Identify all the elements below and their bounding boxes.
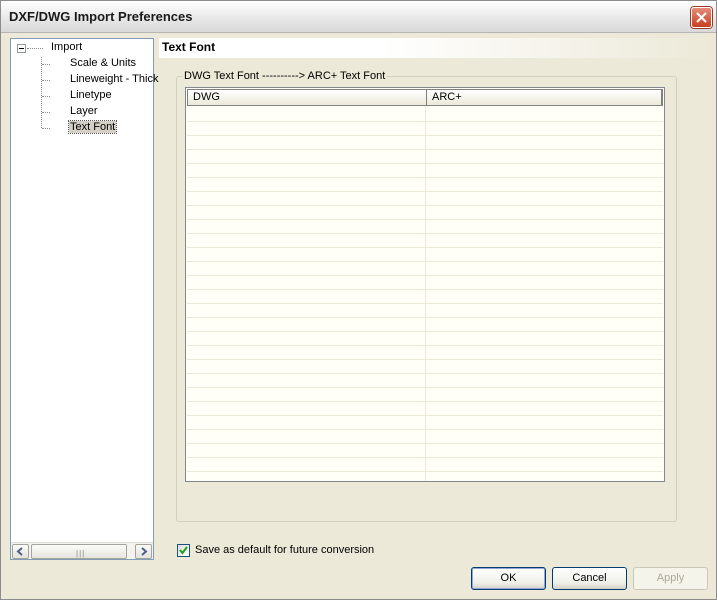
table-gridline — [187, 149, 663, 150]
tree-item-scale-units[interactable]: Scale & Units — [70, 57, 136, 69]
table-gridline — [187, 135, 663, 136]
section-title: Text Font — [162, 40, 216, 54]
table-gridline — [187, 471, 663, 472]
column-header-arc[interactable]: ARC+ — [427, 90, 662, 105]
ok-button[interactable]: OK — [471, 567, 546, 590]
table-gridline — [187, 331, 663, 332]
table-gridline — [187, 261, 663, 262]
section-header: Text Font — [159, 38, 713, 58]
tree-item-import[interactable]: Import — [51, 41, 82, 53]
table-gridline — [187, 429, 663, 430]
font-mapping-table[interactable]: DWG ARC+ — [185, 87, 665, 482]
cancel-button[interactable]: Cancel — [552, 567, 627, 590]
table-gridline — [187, 205, 663, 206]
table-gridline — [187, 177, 663, 178]
tree-item-linetype[interactable]: Linetype — [70, 89, 112, 101]
tree-connector — [42, 112, 50, 113]
tree-connector — [27, 48, 43, 49]
close-icon — [696, 12, 707, 23]
tree-connector — [42, 128, 50, 129]
apply-button[interactable]: Apply — [633, 567, 708, 590]
table-gridline — [187, 289, 663, 290]
window-title: DXF/DWG Import Preferences — [9, 9, 193, 24]
table-gridline — [187, 247, 663, 248]
table-gridline — [187, 275, 663, 276]
table-gridline — [187, 345, 663, 346]
tree-item-lineweight[interactable]: Lineweight - Thick — [70, 73, 158, 85]
group-label: DWG Text Font ----------> ARC+ Text Font — [182, 70, 388, 82]
table-gridline — [187, 191, 663, 192]
scroll-right-button[interactable] — [135, 544, 152, 559]
scroll-thumb[interactable]: ||| — [31, 544, 127, 559]
table-gridline — [187, 317, 663, 318]
table-gridline — [187, 415, 663, 416]
table-gridline — [187, 303, 663, 304]
table-gridline — [187, 387, 663, 388]
tree-connector — [41, 57, 42, 128]
table-gridline — [187, 121, 663, 122]
table-body[interactable] — [187, 107, 663, 481]
tree-horizontal-scrollbar[interactable]: ||| — [11, 542, 153, 559]
table-gridline — [187, 359, 663, 360]
tree-connector — [42, 96, 50, 97]
table-gridline — [187, 443, 663, 444]
tree-item-layer[interactable]: Layer — [70, 105, 98, 117]
table-gridline — [187, 219, 663, 220]
title-bar[interactable]: DXF/DWG Import Preferences — [1, 1, 716, 33]
table-gridline — [187, 233, 663, 234]
collapse-icon[interactable] — [17, 44, 26, 53]
table-header: DWG ARC+ — [187, 89, 663, 106]
checkmark-icon — [179, 546, 188, 555]
chevron-right-icon — [141, 547, 148, 556]
table-gridline — [187, 373, 663, 374]
tree-connector — [42, 80, 50, 81]
table-gridline — [187, 401, 663, 402]
dialog-window: DXF/DWG Import Preferences Import Scale … — [0, 0, 717, 600]
table-gridline — [187, 457, 663, 458]
close-button[interactable] — [691, 7, 712, 28]
tree-item-text-font[interactable]: Text Font — [67, 120, 118, 134]
tree-connector — [42, 64, 50, 65]
grip-icon: ||| — [76, 549, 86, 558]
category-tree[interactable]: Import Scale & Units Lineweight - Thick … — [10, 38, 158, 560]
scroll-left-button[interactable] — [12, 544, 29, 559]
chevron-left-icon — [16, 547, 23, 556]
table-gridline — [187, 163, 663, 164]
save-default-checkbox[interactable] — [177, 544, 190, 557]
column-header-dwg[interactable]: DWG — [188, 90, 427, 105]
save-default-label[interactable]: Save as default for future conversion — [195, 544, 374, 556]
